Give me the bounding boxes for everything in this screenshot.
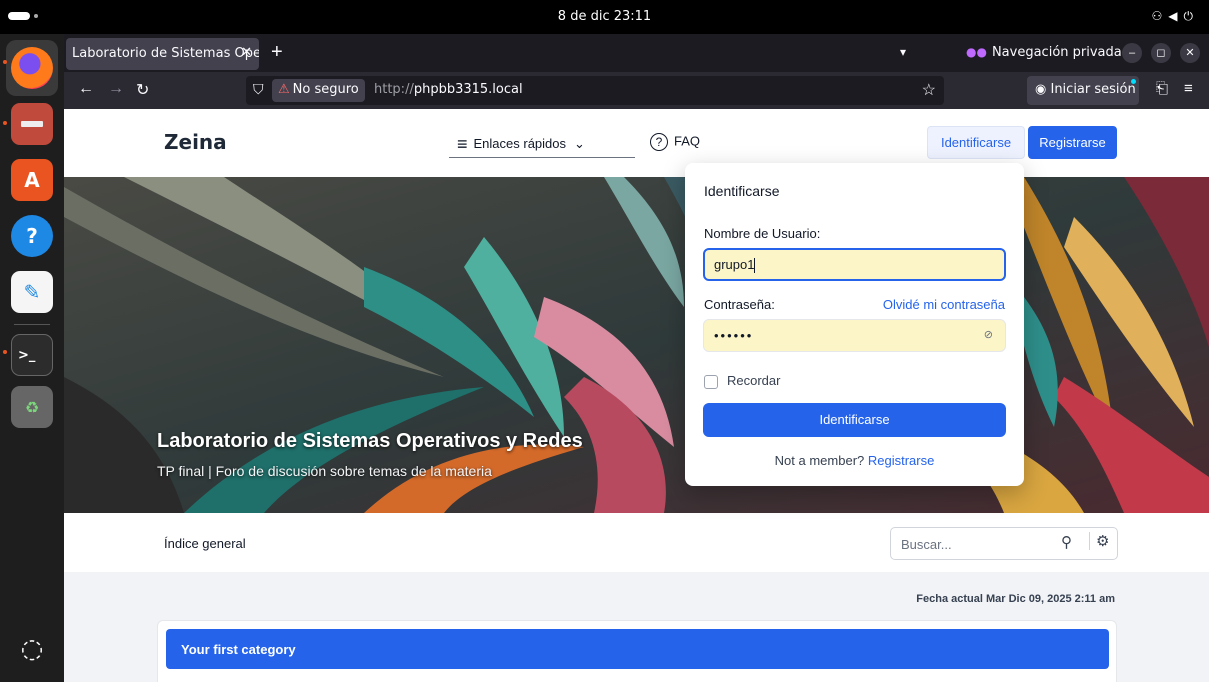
dock: A ? ✎ >_ ♻ ◌ [0,34,64,682]
search-input[interactable]: Buscar... [901,537,952,552]
url-text[interactable]: http://phpbb3315.local [374,82,523,97]
tracking-shield-icon[interactable]: ⛉ [253,81,264,98]
running-indicator-icon [3,350,7,354]
url-protocol: http:// [374,82,414,97]
running-indicator-icon [3,121,7,125]
close-window-icon[interactable]: ✕ [1180,43,1200,63]
username-field[interactable]: grupo1 [703,248,1006,281]
app-center-icon[interactable]: A [11,159,53,201]
category-panel: Your first category [157,620,1117,682]
maximize-icon[interactable]: ◻ [1151,43,1171,63]
url-host: phpbb3315.local [413,82,523,97]
dock-separator [14,324,50,325]
text-editor-icon[interactable]: ✎ [11,271,53,313]
files-icon[interactable] [11,103,53,145]
toggle-password-visibility-icon[interactable]: ⊘ [984,328,993,341]
category-header[interactable]: Your first category [166,629,1109,669]
username-label: Nombre de Usuario: [704,226,821,241]
remember-label: Recordar [727,373,781,388]
url-bar[interactable]: ⛉ ⚠ No seguro http://phpbb3315.local ☆ [246,76,944,105]
web-page: Zeina ≡ Enlaces rápidos ⌄ ? FAQ Identificar… [64,109,1209,682]
site-logo[interactable]: Zeina [164,130,227,154]
faq-label: FAQ [674,133,701,149]
search-box: Buscar... ⚲ ⚙ [890,527,1118,560]
register-link[interactable]: Registrarse [868,453,934,468]
bookmark-star-icon[interactable]: ☆ [922,80,936,100]
terminal-icon[interactable]: >_ [11,334,53,376]
login-submit-button[interactable]: Identificarse [703,403,1006,437]
hamburger-icon: ≡ [457,134,468,154]
breadcrumb-bar: Índice general Buscar... ⚲ ⚙ [64,513,1209,572]
quick-links-label: Enlaces rápidos [473,135,567,151]
not-member-label: Not a member? [774,453,865,468]
tab-active[interactable]: Laboratorio de Sistemas Ope ✕ [66,38,259,70]
password-field[interactable]: •••••• ⊘ [703,319,1006,352]
chevron-down-icon: ⌄ [574,135,585,151]
login-dropdown: Identificarse Nombre de Usuario: grupo1 … [685,163,1024,486]
reload-icon[interactable]: ↻ [136,80,149,100]
private-mask-icon: ●● [966,45,987,59]
help-icon[interactable]: ? [11,215,53,257]
not-member-text: Not a member? Registrarse [685,453,1024,468]
search-icon[interactable]: ⚲ [1061,533,1072,551]
site-security-badge[interactable]: ⚠ No seguro [272,79,365,102]
menu-icon[interactable]: ≡ [1184,80,1193,97]
login-button[interactable]: Identificarse [927,126,1025,159]
list-tabs-chevron-icon[interactable]: ▾ [900,45,906,59]
faq-icon: ? [650,133,668,151]
firefox-icon[interactable] [11,47,53,89]
navigation-toolbar: ← → ↻ ⛉ ⚠ No seguro http://phpbb3315.loca… [64,72,1209,109]
trash-icon[interactable]: ♻ [11,386,53,428]
forum-description: TP final | Foro de discusión sobre temas… [157,463,492,479]
forum-title: Laboratorio de Sistemas Operativos y Red… [157,430,583,452]
site-header: Zeina ≡ Enlaces rápidos ⌄ ? FAQ Identificar… [64,109,1209,177]
show-apps-icon[interactable]: ◌ [11,628,53,670]
system-top-bar: 8 de dic 23:11 ⚇◀⏻ [0,0,1209,34]
system-tray-icons[interactable]: ⚇◀⏻ [1152,9,1199,24]
account-icon: ◉ [1035,82,1051,97]
back-icon[interactable]: ← [78,80,94,98]
extensions-icon[interactable]: ⎗ [1156,80,1168,97]
tab-close-icon[interactable]: ✕ [241,45,252,60]
remember-checkbox[interactable] [704,374,718,389]
system-clock[interactable]: 8 de dic 23:11 [0,9,1209,24]
username-value: grupo1 [714,257,755,272]
current-date: Fecha actual Mar Dic 09, 2025 2:11 am [916,593,1115,605]
forward-icon[interactable]: → [108,80,124,98]
text-caret [754,258,756,274]
password-mask: •••••• [714,328,754,343]
running-indicator-icon [3,60,7,64]
forgot-password-link[interactable]: Olvidé mi contraseña [883,297,1005,312]
login-dropdown-title: Identificarse [704,183,780,199]
notification-dot [1131,79,1136,84]
hero-banner: Laboratorio de Sistemas Operativos y Red… [64,177,1209,513]
browser-window: Laboratorio de Sistemas Ope ✕ + ▾ ●● Nave… [64,34,1209,682]
signin-label: Iniciar sesión [1050,82,1136,97]
minimize-icon[interactable]: – [1122,43,1142,63]
tab-bar: Laboratorio de Sistemas Ope ✕ + ▾ ●● Nave… [64,34,1209,72]
insecure-label: No seguro [292,82,359,97]
faq-link[interactable]: ? FAQ [650,133,700,151]
account-signin-button[interactable]: ◉ Iniciar sesión [1027,76,1139,105]
password-label: Contraseña: [704,297,775,312]
private-browsing-indicator: ●● Navegación privada [966,45,1122,60]
insecure-lock-icon: ⚠ [278,82,290,97]
register-button[interactable]: Registrarse [1028,126,1117,159]
quick-links-menu[interactable]: ≡ Enlaces rápidos ⌄ [449,126,635,158]
tab-title: Laboratorio de Sistemas Ope [72,46,259,61]
breadcrumb-index-link[interactable]: Índice general [164,536,246,551]
advanced-search-gear-icon[interactable]: ⚙ [1089,532,1109,550]
remember-me-option[interactable]: Recordar [704,373,780,389]
private-label: Navegación privada [991,45,1122,60]
new-tab-icon[interactable]: + [271,41,283,64]
